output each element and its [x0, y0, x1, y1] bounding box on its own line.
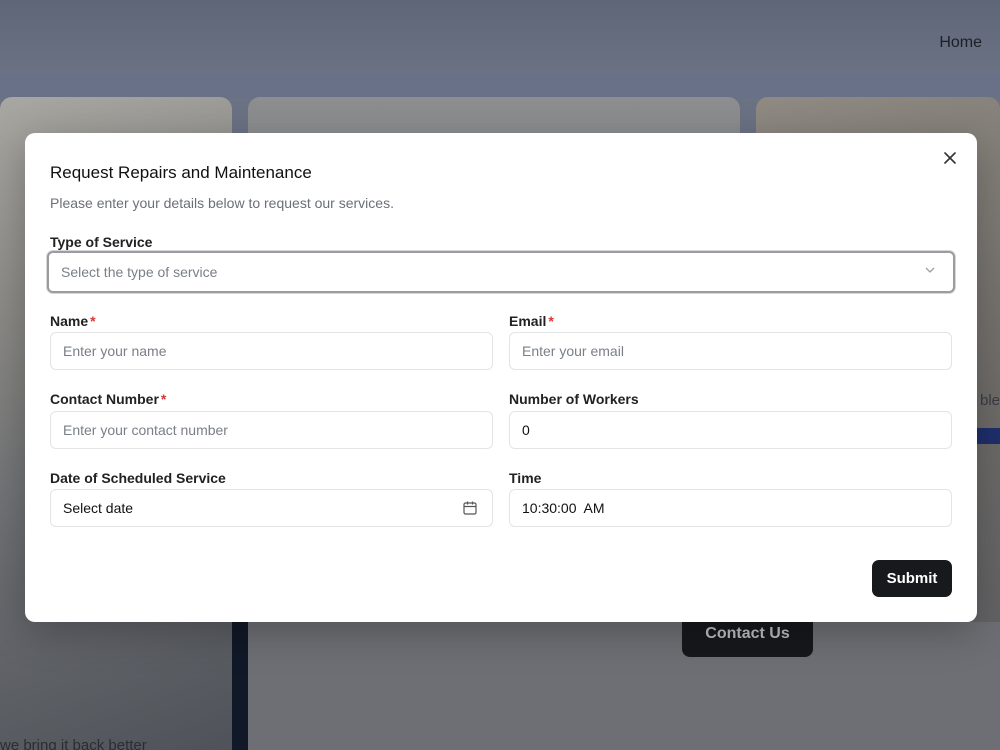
- time-value: 10:30:00 AM: [522, 500, 605, 516]
- name-placeholder: Enter your name: [63, 343, 167, 359]
- required-mark: *: [548, 313, 554, 329]
- close-icon[interactable]: [941, 149, 959, 167]
- modal-title: Request Repairs and Maintenance: [50, 163, 312, 182]
- email-input[interactable]: Enter your email: [509, 332, 952, 370]
- required-mark: *: [90, 313, 96, 329]
- submit-button[interactable]: Submit: [872, 560, 952, 597]
- name-label: Name *: [50, 313, 96, 329]
- hero-band: [0, 74, 1000, 98]
- contact-number-input[interactable]: Enter your contact number: [50, 411, 493, 449]
- time-input[interactable]: 10:30:00 AM: [509, 489, 952, 527]
- top-navbar: Home: [0, 0, 1000, 74]
- contact-number-label-text: Contact Number: [50, 391, 159, 407]
- workers-label-text: Number of Workers: [509, 391, 639, 407]
- required-mark: *: [160, 391, 167, 407]
- date-picker-input[interactable]: Select date: [50, 489, 493, 527]
- email-placeholder: Enter your email: [522, 343, 624, 359]
- contact-number-label: Contact Number *: [50, 391, 166, 407]
- name-label-text: Name: [50, 313, 89, 329]
- modal-subtitle: Please enter your details below to reque…: [50, 195, 394, 211]
- name-input[interactable]: Enter your name: [50, 332, 493, 370]
- date-value: Select date: [63, 500, 134, 516]
- background-side-text: ble: [980, 392, 1000, 409]
- service-type-select[interactable]: Select the type of service: [47, 251, 955, 293]
- calendar-icon[interactable]: [462, 500, 478, 516]
- workers-number-input[interactable]: 0: [509, 411, 952, 449]
- background-section-lower: [248, 622, 1000, 750]
- nav-home-link[interactable]: Home: [939, 34, 982, 52]
- email-label-text: Email: [509, 313, 547, 329]
- service-type-label-text: Type of Service: [50, 234, 153, 250]
- workers-value: 0: [522, 422, 530, 438]
- contact-number-placeholder: Enter your contact number: [63, 422, 228, 438]
- time-label-text: Time: [509, 470, 542, 486]
- chevron-down-icon: [925, 267, 935, 273]
- email-label: Email *: [509, 313, 554, 329]
- service-type-placeholder: Select the type of service: [61, 264, 218, 280]
- request-service-modal: Request Repairs and Maintenance Please e…: [25, 133, 977, 622]
- workers-label: Number of Workers: [509, 391, 639, 407]
- date-label-text: Date of Scheduled Service: [50, 470, 226, 486]
- service-type-label: Type of Service: [50, 234, 152, 250]
- background-bottom-text: we bring it back better: [0, 737, 147, 750]
- date-label: Date of Scheduled Service: [50, 470, 226, 486]
- time-label: Time: [509, 470, 541, 486]
- background-divider: [232, 622, 248, 750]
- background-accent-strip: [977, 428, 1000, 444]
